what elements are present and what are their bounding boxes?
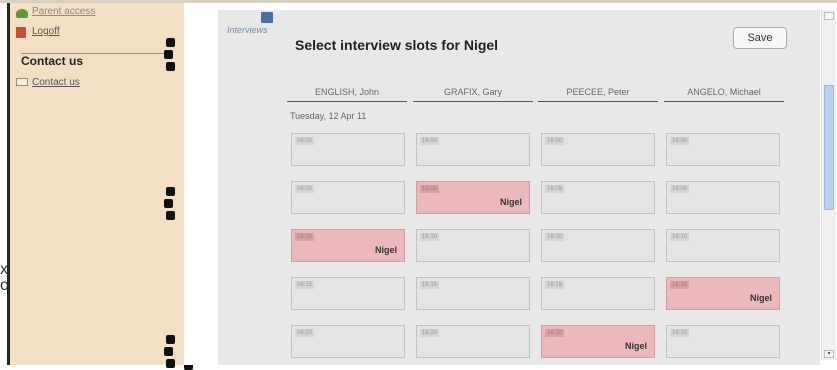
contact-heading: Contact us <box>21 54 84 68</box>
interview-slot[interactable]: 16:05 <box>666 181 780 214</box>
interview-slot[interactable]: 16:00 <box>291 133 405 166</box>
slot-time: 16:05 <box>295 185 315 193</box>
interview-slot[interactable]: 16:00 <box>666 133 780 166</box>
slot-time: 16:15 <box>420 281 440 289</box>
slot-time: 16:05 <box>670 185 690 193</box>
interview-slot[interactable]: 16:15 <box>541 277 655 310</box>
interview-slot[interactable]: 16:20 <box>416 325 530 358</box>
save-button[interactable]: Save <box>733 27 787 49</box>
scroll-down-arrow-icon[interactable]: ▾ <box>824 350 834 358</box>
scrollbar[interactable]: ▾ <box>821 10 836 360</box>
slot-time: 16:05 <box>420 185 440 193</box>
slot-time: 16:15 <box>670 281 690 289</box>
interview-slot[interactable]: 16:10 <box>666 229 780 262</box>
slot-time: 16:10 <box>670 233 690 241</box>
interview-slot[interactable]: 16:15 <box>416 277 530 310</box>
column-header: ANGELO, Michael <box>664 87 784 102</box>
slot-time: 16:20 <box>295 329 315 337</box>
sidebar-item-parent-access[interactable]: Parent access <box>32 6 95 17</box>
sidebar-item-logoff[interactable]: Logoff <box>32 26 60 37</box>
column-header: ENGLISH, John <box>287 87 407 102</box>
sidebar-item-contact-us[interactable]: Contact us <box>32 77 80 88</box>
binder-gutter <box>184 3 218 365</box>
interview-slot[interactable]: 16:20 Nigel <box>541 325 655 358</box>
scroll-up-arrow-icon[interactable] <box>824 12 834 20</box>
slot-time: 16:15 <box>295 281 315 289</box>
slot-time: 16:10 <box>295 233 315 241</box>
date-label: Tuesday, 12 Apr 11 <box>290 111 367 121</box>
logoff-icon <box>16 27 26 38</box>
tab-interviews[interactable]: Interviews <box>227 25 268 35</box>
interview-slot[interactable]: 16:00 <box>541 133 655 166</box>
scroll-thumb[interactable] <box>824 85 834 210</box>
calendar-icon[interactable] <box>261 12 273 23</box>
interview-slot[interactable]: 16:20 <box>666 325 780 358</box>
interview-slot[interactable]: 16:10 <box>416 229 530 262</box>
interview-slot[interactable]: 16:15 <box>291 277 405 310</box>
slot-booked-name: Nigel <box>374 245 397 255</box>
slot-time: 16:00 <box>670 137 690 145</box>
column-header: GRAFIX, Gary <box>413 87 533 102</box>
page-title: Select interview slots for Nigel <box>295 37 499 53</box>
interview-slot[interactable]: 16:05 <box>291 181 405 214</box>
slot-time: 16:00 <box>545 137 565 145</box>
interview-slot[interactable]: 16:15 Nigel <box>666 277 780 310</box>
slot-time: 16:05 <box>545 185 565 193</box>
column-header: PEECEE, Peter <box>538 87 658 102</box>
interview-slot[interactable]: 16:10 <box>541 229 655 262</box>
interview-slot[interactable]: 16:20 <box>291 325 405 358</box>
slot-time: 16:10 <box>420 233 440 241</box>
slot-time: 16:15 <box>545 281 565 289</box>
slot-time: 16:10 <box>545 233 565 241</box>
interview-slot[interactable]: 16:00 <box>416 133 530 166</box>
slot-time: 16:00 <box>420 137 440 145</box>
interview-slot[interactable]: 16:05 <box>541 181 655 214</box>
slot-time: 16:20 <box>670 329 690 337</box>
interview-slot[interactable]: 16:05 Nigel <box>416 181 530 214</box>
slot-booked-name: Nigel <box>749 293 772 303</box>
mail-icon <box>16 78 28 86</box>
user-icon <box>16 9 28 18</box>
interview-slot[interactable]: 16:10 Nigel <box>291 229 405 262</box>
slot-booked-name: Nigel <box>624 341 647 351</box>
slot-time: 16:00 <box>295 137 315 145</box>
sidebar: Parent access Logoff Contact us Contact … <box>7 3 187 365</box>
slot-time: 16:20 <box>420 329 440 337</box>
slot-time: 16:20 <box>545 329 565 337</box>
slot-booked-name: Nigel <box>499 197 522 207</box>
